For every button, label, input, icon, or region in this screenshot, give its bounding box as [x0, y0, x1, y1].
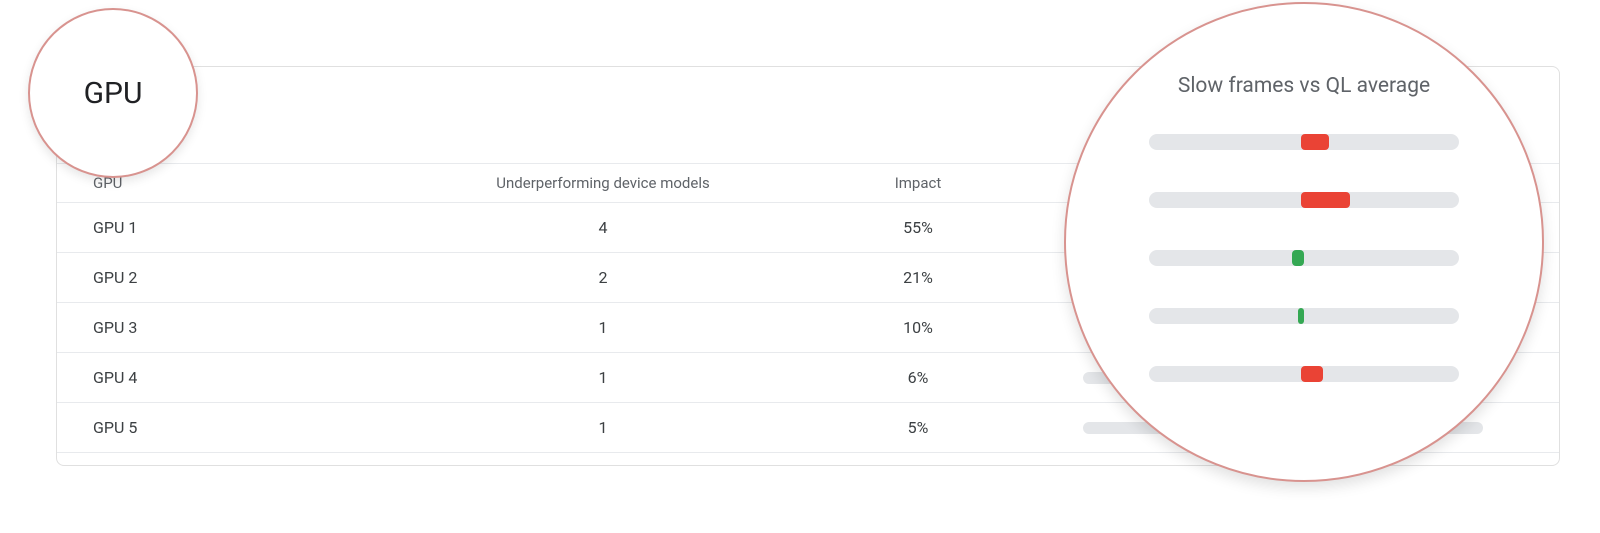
chart-bar-marker: [1301, 192, 1351, 208]
chart-bar-marker: [1292, 250, 1304, 266]
cell-name: GPU 5: [93, 418, 413, 437]
chart-callout-title: Slow frames vs QL average: [1178, 74, 1430, 98]
chart-bar: [1149, 134, 1459, 150]
cell-underperforming: 1: [413, 368, 793, 387]
chart-bar: [1149, 308, 1459, 324]
cell-impact: 21%: [793, 268, 1043, 287]
gpu-callout-label: GPU: [84, 76, 143, 111]
gpu-callout-bubble: GPU: [28, 8, 198, 178]
cell-underperforming: 1: [413, 418, 793, 437]
cell-underperforming: 4: [413, 218, 793, 237]
cell-impact: 6%: [793, 368, 1043, 387]
chart-bar: [1149, 366, 1459, 382]
chart-bar-marker: [1298, 308, 1304, 324]
col-header-name: GPU: [93, 174, 413, 192]
cell-name: GPU 3: [93, 318, 413, 337]
cell-name: GPU 4: [93, 368, 413, 387]
cell-name: GPU 1: [93, 218, 413, 237]
cell-underperforming: 2: [413, 268, 793, 287]
chart-bar-marker: [1301, 134, 1329, 150]
chart-bar: [1149, 250, 1459, 266]
col-header-impact: Impact: [793, 174, 1043, 192]
cell-impact: 10%: [793, 318, 1043, 337]
cell-impact: 55%: [793, 218, 1043, 237]
chart-bar: [1149, 192, 1459, 208]
chart-callout-bubble: Slow frames vs QL average: [1064, 2, 1544, 482]
chart-callout-bars: [1149, 134, 1459, 382]
cell-underperforming: 1: [413, 318, 793, 337]
chart-bar-marker: [1301, 366, 1323, 382]
cell-impact: 5%: [793, 418, 1043, 437]
cell-name: GPU 2: [93, 268, 413, 287]
col-header-under: Underperforming device models: [413, 174, 793, 192]
